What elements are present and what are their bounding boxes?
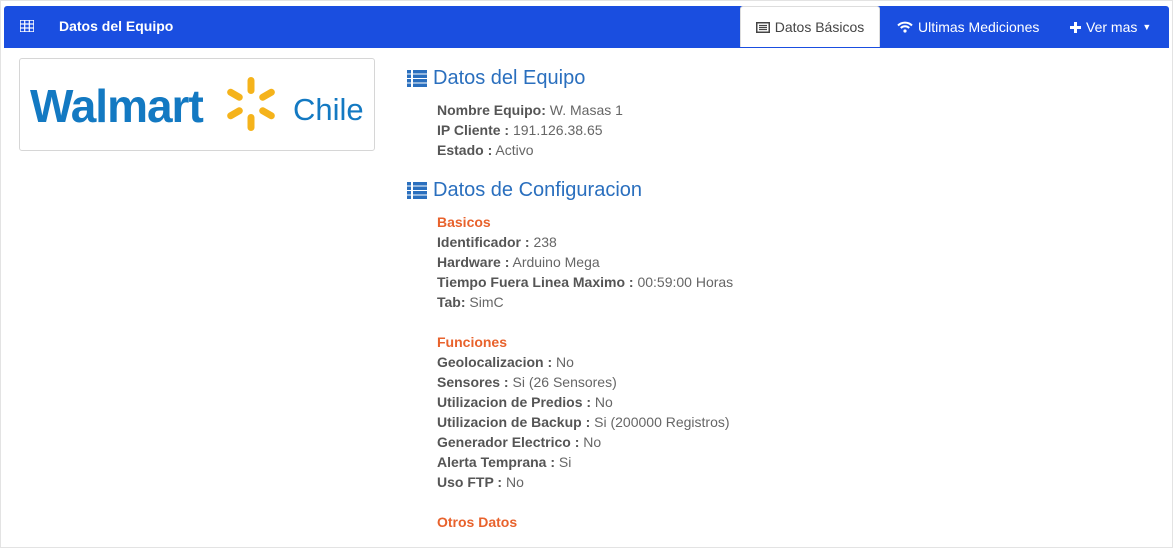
section-title-equipo-text: Datos del Equipo	[433, 67, 586, 89]
subheading-otros-datos: Otros Datos	[437, 514, 518, 530]
field-uso-ftp: Uso FTP : No	[437, 474, 524, 490]
subheading-funciones: Funciones	[437, 334, 508, 350]
section-title-equipo: Datos del Equipo	[407, 67, 585, 90]
subheading-basicos: Basicos	[437, 214, 491, 230]
tab-datos-basicos-label: Datos Básicos	[774, 19, 865, 35]
table-grid-icon[interactable]	[20, 20, 34, 32]
section-title-configuracion: Datos de Configuracion	[407, 179, 642, 202]
wifi-icon	[897, 21, 913, 33]
field-ip-cliente: IP Cliente : 191.126.38.65	[437, 122, 603, 138]
logo-brand-text: Walmart	[30, 80, 204, 132]
field-sensores: Sensores : Si (26 Sensores)	[437, 374, 617, 390]
field-hardware: Hardware : Arduino Mega	[437, 254, 600, 270]
ver-mas-label: Ver mas	[1086, 19, 1138, 35]
field-alerta-temprana: Alerta Temprana : Si	[437, 454, 572, 470]
chevron-down-icon: ▼	[1142, 22, 1152, 32]
top-navbar: Datos del Equipo Datos Básicos Ultimas M…	[4, 6, 1169, 48]
field-estado: Estado : Activo	[437, 142, 534, 158]
list-icon	[407, 182, 427, 199]
logo-region-text: Chile	[293, 92, 364, 127]
field-nombre-equipo: Nombre Equipo: W. Masas 1	[437, 102, 623, 118]
plus-icon	[1070, 21, 1081, 33]
field-tiempo-fuera-linea: Tiempo Fuera Linea Maximo : 00:59:00 Hor…	[437, 274, 734, 290]
tab-ultimas-mediciones-label: Ultimas Mediciones	[918, 19, 1040, 35]
section-title-configuracion-text: Datos de Configuracion	[433, 179, 643, 201]
navbar-title: Datos del Equipo	[59, 18, 174, 34]
list-icon	[407, 70, 427, 87]
company-logo: Walmart Chile	[19, 58, 375, 151]
ver-mas-dropdown[interactable]: Ver mas ▼	[1070, 6, 1151, 48]
field-tab: Tab: SimC	[437, 294, 504, 310]
field-utilizacion-backup: Utilizacion de Backup : Si (200000 Regis…	[437, 414, 730, 430]
field-utilizacion-predios: Utilizacion de Predios : No	[437, 394, 613, 410]
field-geolocalizacion: Geolocalizacion : No	[437, 354, 574, 370]
walmart-spark-icon	[227, 77, 275, 131]
tab-ultimas-mediciones[interactable]: Ultimas Mediciones	[897, 6, 1039, 48]
field-generador-electrico: Generador Electrico : No	[437, 434, 602, 450]
id-card-icon	[755, 21, 770, 33]
field-identificador: Identificador : 238	[437, 234, 557, 250]
tab-datos-basicos[interactable]: Datos Básicos	[740, 6, 880, 47]
